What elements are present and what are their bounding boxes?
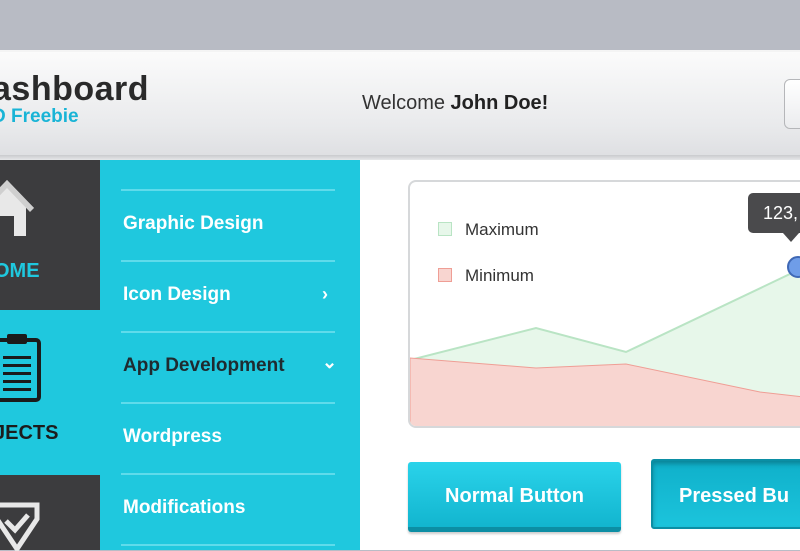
header-bar: ashboard D Freebie Welcome John Doe!: [0, 50, 800, 157]
area-chart-card: Maximum Minimum: [408, 180, 800, 428]
legend-swatch-minimum: [438, 268, 452, 282]
legend-label-minimum: Minimum: [465, 266, 534, 285]
nav-label-projects: JECTS: [0, 422, 59, 444]
legend-swatch-maximum: [438, 222, 452, 236]
shield-icon: [0, 502, 40, 551]
clipboard-icon: [0, 334, 41, 402]
submenu-item-wordpress[interactable]: Wordpress: [123, 426, 222, 448]
submenu-item-app-development[interactable]: App Development: [123, 355, 285, 377]
submenu-divider: [121, 544, 335, 546]
chart-tooltip: 123,: [748, 193, 800, 233]
submenu-divider: [121, 402, 335, 404]
data-point-marker[interactable]: [786, 255, 800, 279]
pressed-button[interactable]: Pressed Bu: [651, 459, 800, 529]
chevron-right-icon: ›: [322, 284, 328, 304]
submenu-divider: [121, 189, 335, 191]
welcome-prefix: Welcome: [362, 92, 451, 114]
nav-item-projects[interactable]: JECTS: [0, 310, 100, 460]
main-nav: OME JECTS: [0, 160, 100, 551]
header-action-button[interactable]: [784, 79, 800, 129]
normal-button[interactable]: Normal Button: [408, 462, 621, 532]
welcome-text: Welcome John Doe!: [362, 92, 548, 115]
submenu-item-modifications[interactable]: Modifications: [123, 497, 245, 519]
nav-item-third[interactable]: [0, 475, 100, 551]
area-chart: [410, 270, 800, 426]
nav-item-home[interactable]: OME: [0, 160, 100, 310]
submenu-panel: Graphic Design Icon Design › App Develop…: [100, 160, 360, 550]
submenu-divider: [121, 260, 335, 262]
nav-label-home: OME: [0, 260, 40, 282]
browser-top-strip: [0, 0, 800, 50]
submenu-item-icon-design[interactable]: Icon Design: [123, 284, 231, 306]
freebie-subtitle: D Freebie: [0, 106, 79, 127]
submenu-divider: [121, 331, 335, 333]
chevron-down-icon: ⌄: [322, 352, 338, 372]
legend-label-maximum: Maximum: [465, 220, 539, 239]
welcome-user: John Doe!: [450, 92, 549, 114]
submenu-divider: [121, 473, 335, 475]
tooltip-pointer: [783, 233, 799, 242]
dashboard-title: ashboard: [0, 70, 150, 108]
home-icon: [0, 180, 34, 236]
submenu-item-graphic-design[interactable]: Graphic Design: [123, 213, 263, 235]
